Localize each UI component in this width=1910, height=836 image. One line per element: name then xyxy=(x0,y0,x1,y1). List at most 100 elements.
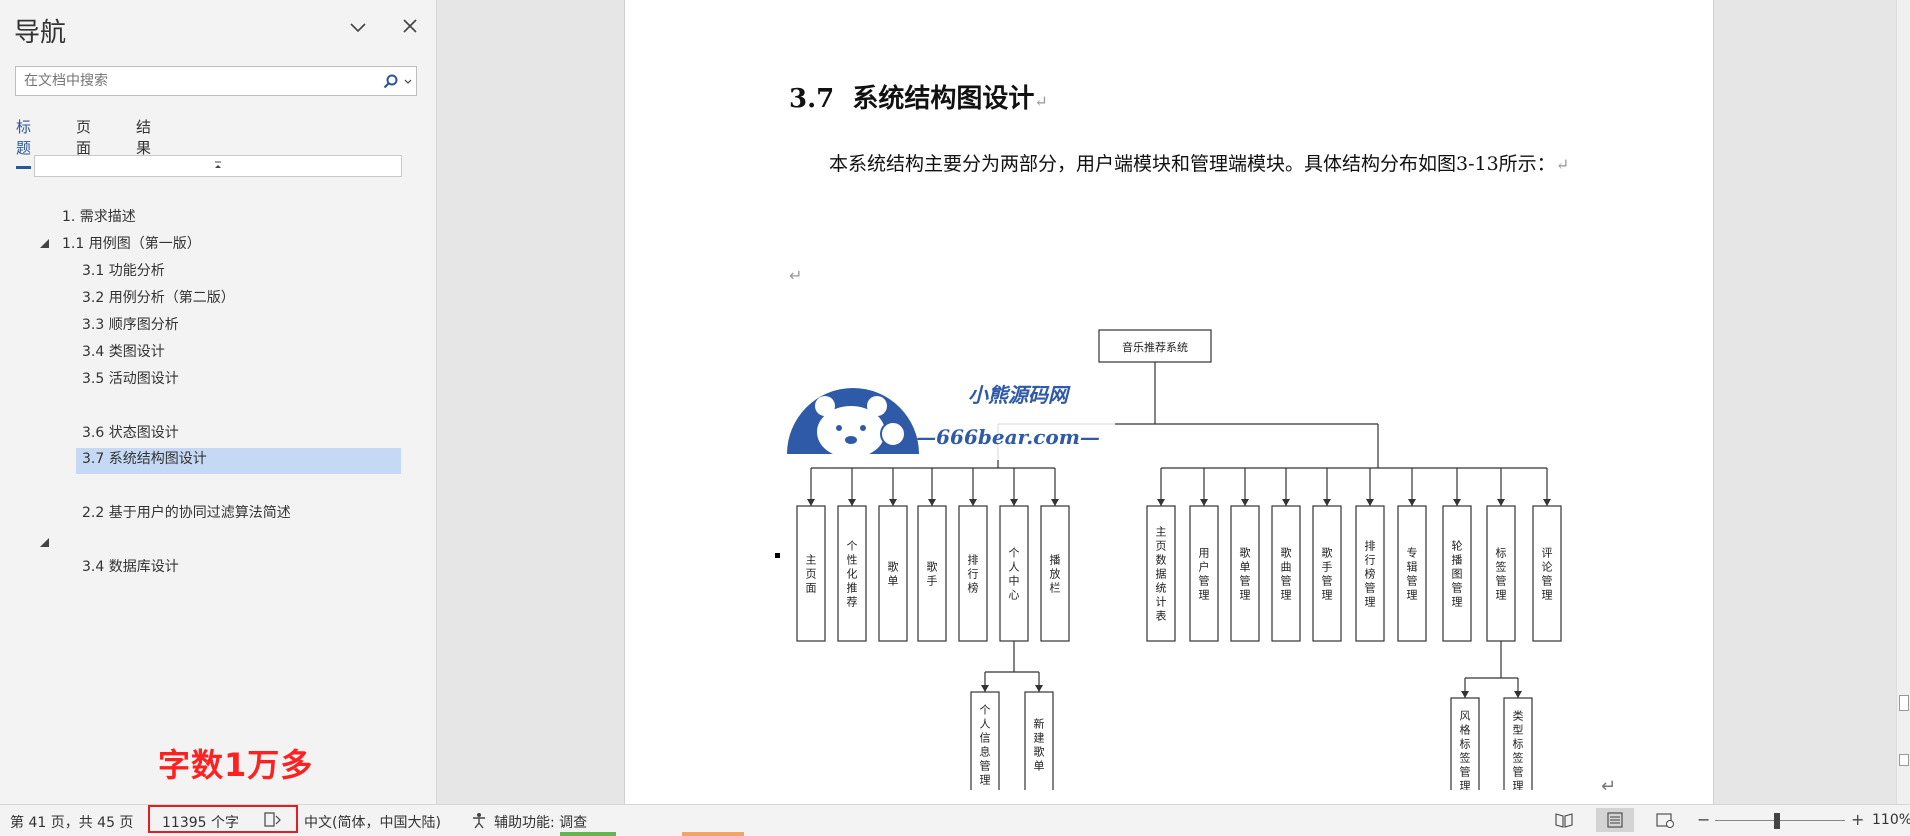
zoom-slider[interactable] xyxy=(1715,820,1845,821)
watermark-url: —666bear.com— xyxy=(916,425,1100,449)
chevron-down-icon[interactable] xyxy=(402,76,414,88)
admin-module-box xyxy=(1312,505,1342,642)
user-module-label: 播放栏 xyxy=(1050,553,1061,595)
vertical-scrollbar[interactable] xyxy=(1896,0,1910,804)
paragraph-mark-icon: ↵ xyxy=(1555,155,1570,174)
arrow-head xyxy=(1461,691,1469,698)
anchor-marker xyxy=(775,553,780,558)
arrow-head xyxy=(1157,499,1165,506)
close-icon[interactable] xyxy=(398,14,422,38)
accessibility-status[interactable]: 辅助功能: 调查 xyxy=(494,812,587,832)
root-node-label: 音乐推荐系统 xyxy=(1122,340,1188,354)
nav-item-class[interactable]: 3.4 类图设计 xyxy=(76,341,165,367)
chevron-down-icon[interactable] xyxy=(346,16,370,40)
admin-module-box xyxy=(1397,505,1427,642)
arrow-head xyxy=(889,499,897,506)
collapse-top-button[interactable] xyxy=(34,155,402,177)
arrow-head xyxy=(1051,499,1059,506)
expand-triangle-icon[interactable] xyxy=(38,237,50,249)
nav-item-usecase[interactable]: 1.1 用例图（第一版） xyxy=(56,233,201,259)
paragraph-mark-icon: ↵ xyxy=(1601,776,1617,797)
nav-item-state[interactable]: 3.6 状态图设计 xyxy=(76,422,179,448)
arrow-head xyxy=(1408,499,1416,506)
arrow-head xyxy=(1366,499,1374,506)
collapse-up-icon xyxy=(215,161,221,168)
arrow-head xyxy=(1323,499,1331,506)
arrow-head xyxy=(981,685,989,692)
arrow-head xyxy=(1035,685,1043,692)
watermark-title: 小熊源码网 xyxy=(968,383,1071,407)
heading-number: 3.7 xyxy=(789,84,835,114)
nav-item-activity[interactable]: 3.5 活动图设计 xyxy=(76,368,179,394)
status-bar: 第 41 页，共 45 页 11395 个字 中文(简体，中国大陆) 辅助功能:… xyxy=(0,804,1910,836)
arrow-head xyxy=(969,499,977,506)
heading-text: 系统结构图设计 xyxy=(852,84,1035,114)
bear-ear-icon xyxy=(867,396,887,416)
user-module-box xyxy=(917,505,947,642)
system-structure-diagram[interactable]: 音乐推荐系统主页面个性化推荐歌单歌手排行榜个人中心播放栏主页数据统计表用户管理歌… xyxy=(785,320,1605,790)
search-input[interactable] xyxy=(24,71,374,91)
bear-eye-icon xyxy=(836,425,842,431)
nav-item-cf-algorithm[interactable]: 2.2 基于用户的协同过滤算法简述 xyxy=(76,502,291,528)
user-center-child-label: 个人信息管理 xyxy=(980,704,991,787)
nav-item-requirements[interactable]: 1. 需求描述 xyxy=(56,206,136,232)
page-indicator[interactable]: 第 41 页，共 45 页 xyxy=(10,812,133,832)
word-window: 导航 标题 页面 结果 1. 需 xyxy=(0,0,1910,836)
tag-child-label: 风格标签管理 xyxy=(1460,710,1471,791)
proofing-icon[interactable] xyxy=(264,812,282,828)
search-icon[interactable] xyxy=(382,73,400,91)
tab-headings[interactable]: 标题 xyxy=(16,116,32,169)
nav-item-function-analysis[interactable]: 3.1 功能分析 xyxy=(76,260,165,286)
watermark-logo: 小熊源码网 —666bear.com— xyxy=(785,372,1115,460)
zoom-out-button[interactable]: − xyxy=(1697,810,1710,829)
bear-paw-icon xyxy=(880,421,906,447)
nav-pane-title: 导航 xyxy=(14,18,67,48)
arrow-head xyxy=(1282,499,1290,506)
bear-ear-icon xyxy=(815,396,835,416)
accessibility-icon[interactable] xyxy=(470,812,488,830)
arrow-head xyxy=(928,499,936,506)
nav-search-box[interactable] xyxy=(15,66,417,96)
scroll-down-button[interactable] xyxy=(1899,754,1909,766)
read-mode-icon[interactable] xyxy=(1545,808,1583,832)
tag-child-label: 类型标签管理 xyxy=(1513,709,1524,791)
section-heading: 3.7 系统结构图设计↵ xyxy=(789,78,1048,115)
arrow-head xyxy=(1241,499,1249,506)
admin-module-label: 评论管理 xyxy=(1542,547,1553,602)
web-layout-icon[interactable] xyxy=(1646,808,1684,832)
taskbar-indicator xyxy=(560,832,616,836)
nav-item-sequence[interactable]: 3.3 顺序图分析 xyxy=(76,314,179,340)
admin-module-box xyxy=(1532,505,1562,642)
admin-module-box xyxy=(1189,505,1219,642)
word-count[interactable]: 11395 个字 xyxy=(162,812,239,832)
document-page[interactable]: 3.7 系统结构图设计↵ 本系统结构主要分为两部分，用户端模块和管理端模块。具体… xyxy=(624,0,1714,804)
admin-module-label: 主页数据统计表 xyxy=(1156,526,1167,623)
user-module-label: 个性化推荐 xyxy=(847,540,858,609)
nav-item-usecase-analysis[interactable]: 3.2 用例分析（第二版） xyxy=(76,287,235,313)
bear-nose-icon xyxy=(845,436,857,444)
zoom-in-button[interactable]: + xyxy=(1851,810,1864,829)
navigation-pane: 导航 标题 页面 结果 1. 需 xyxy=(0,0,437,804)
zoom-level[interactable]: 110% xyxy=(1872,812,1910,828)
print-layout-icon[interactable] xyxy=(1596,808,1634,832)
zoom-slider-thumb[interactable] xyxy=(1774,813,1780,829)
expand-triangle-icon[interactable] xyxy=(38,536,50,548)
nav-item-structure[interactable]: 3.7 系统结构图设计 xyxy=(76,448,401,474)
arrow-head xyxy=(848,499,856,506)
language-indicator[interactable]: 中文(简体，中国大陆) xyxy=(304,812,441,832)
arrow-head xyxy=(1010,499,1018,506)
arrow-head xyxy=(1543,499,1551,506)
user-module-box xyxy=(878,505,908,642)
bear-eye-icon xyxy=(860,425,866,431)
arrow-head xyxy=(1497,499,1505,506)
nav-item-database[interactable]: 3.4 数据库设计 xyxy=(76,556,179,582)
user-module-label: 个人中心 xyxy=(1009,547,1020,602)
arrow-head xyxy=(1200,499,1208,506)
arrow-head xyxy=(807,499,815,506)
paragraph-text: 本系统结构主要分为两部分，用户端模块和管理端模块。具体结构分布如图3-13所示： xyxy=(829,153,1556,175)
arrow-head xyxy=(1514,691,1522,698)
admin-module-label: 用户管理 xyxy=(1199,547,1210,602)
admin-module-label: 排行榜管理 xyxy=(1365,539,1376,609)
scrollbar-thumb[interactable] xyxy=(1899,695,1909,711)
user-module-label: 主页面 xyxy=(806,554,817,595)
